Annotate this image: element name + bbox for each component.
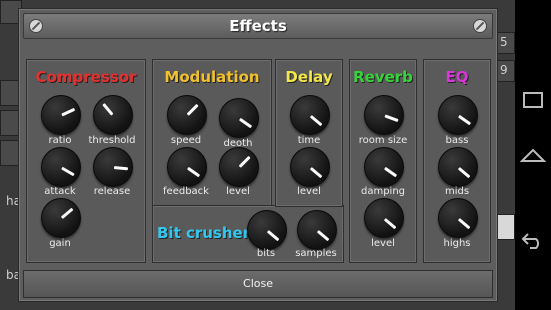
recent-apps-icon[interactable] [515, 85, 551, 115]
bg-side-button[interactable] [0, 110, 20, 136]
back-icon[interactable] [515, 225, 551, 255]
bits-knob[interactable] [247, 210, 287, 250]
bg-digit: 9 [500, 63, 508, 77]
navigation-bar [515, 0, 551, 310]
knob-indicator [61, 107, 76, 116]
compressor-title: Compressor [35, 68, 137, 86]
bg-side-button[interactable] [0, 80, 20, 106]
damping-knob[interactable] [364, 147, 404, 187]
knob-indicator [309, 114, 323, 126]
room-size-knob[interactable] [364, 95, 404, 135]
release-label: release [93, 186, 131, 197]
knob-indicator [61, 166, 75, 176]
gain-knob[interactable] [41, 198, 81, 238]
bass-label: bass [445, 135, 469, 146]
time-knob[interactable] [290, 95, 330, 135]
modulation-level-label: level [226, 186, 250, 197]
knob-indicator [384, 113, 399, 122]
knob-indicator [186, 166, 201, 177]
title-bar: Effects [23, 13, 493, 39]
room-size-label: room size [358, 135, 408, 146]
highs-label: highs [443, 238, 471, 249]
attack-knob[interactable] [41, 147, 81, 187]
dialog-title: Effects [229, 17, 287, 35]
delay-panel: Delay time level [275, 59, 343, 207]
eq-panel: EQ bass mids highs [423, 59, 491, 263]
bass-knob[interactable] [438, 95, 478, 135]
knob-indicator [238, 117, 253, 128]
release-knob[interactable] [93, 147, 133, 187]
time-label: time [297, 135, 321, 146]
knob-indicator [316, 229, 330, 241]
damping-label: damping [360, 186, 406, 197]
knob-indicator [266, 229, 280, 241]
reverb-panel: Reverb room size damping level [349, 59, 417, 263]
knob-indicator [238, 155, 251, 168]
highs-knob[interactable] [438, 198, 478, 238]
knob-indicator [457, 166, 471, 178]
feedback-knob[interactable] [167, 147, 207, 187]
reverb-level-label: level [371, 238, 395, 249]
delay-level-label: level [297, 186, 321, 197]
effects-dialog: Effects Compressor ratio threshold attac… [18, 8, 498, 302]
samples-label: samples [295, 248, 337, 259]
delay-level-knob[interactable] [290, 147, 330, 187]
mids-knob[interactable] [438, 147, 478, 187]
knob-indicator [457, 217, 471, 229]
reverb-title: Reverb [353, 68, 413, 86]
bit-crusher-panel: Bit crusher bits samples [152, 205, 344, 263]
screw-icon [473, 19, 487, 33]
delay-title: Delay [285, 68, 333, 86]
gain-label: gain [49, 238, 71, 249]
threshold-label: threshold [88, 135, 136, 146]
home-icon[interactable] [515, 140, 551, 170]
knob-indicator [113, 165, 129, 170]
knob-indicator [186, 103, 199, 116]
modulation-title: Modulation [164, 68, 260, 86]
knob-indicator [60, 207, 74, 219]
speed-knob[interactable] [167, 95, 207, 135]
compressor-panel: Compressor ratio threshold attack releas… [26, 59, 146, 263]
modulation-level-knob[interactable] [219, 147, 259, 187]
eq-title: EQ [445, 68, 469, 86]
modulation-panel: Modulation speed deoth feedback level [152, 59, 272, 207]
knob-indicator [383, 217, 397, 229]
knob-indicator [457, 114, 472, 125]
reverb-level-knob[interactable] [364, 198, 404, 238]
bit-crusher-title: Bit crusher [157, 224, 251, 242]
ratio-knob[interactable] [41, 95, 81, 135]
bg-digit: 5 [500, 35, 508, 49]
mids-label: mids [444, 186, 470, 197]
bg-side-button[interactable] [0, 140, 20, 166]
samples-knob[interactable] [297, 210, 337, 250]
threshold-knob[interactable] [93, 95, 133, 135]
knob-indicator [383, 166, 398, 177]
knob-indicator [102, 102, 114, 116]
depth-knob[interactable] [219, 98, 259, 138]
knob-indicator [309, 166, 323, 178]
bg-side-button[interactable] [497, 214, 515, 240]
close-button[interactable]: Close [23, 270, 493, 298]
